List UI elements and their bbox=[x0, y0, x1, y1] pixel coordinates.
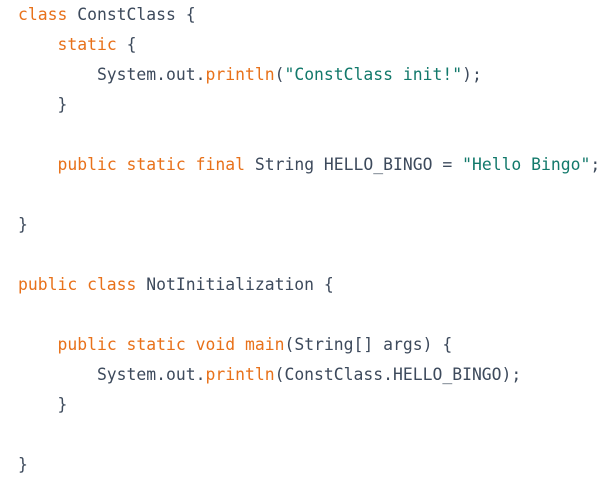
code-token-plain: (ConstClass.HELLO_BINGO); bbox=[274, 365, 522, 384]
code-token-str: "Hello Bingo" bbox=[462, 155, 591, 174]
code-token-kw: class bbox=[18, 5, 68, 24]
code-line: System.out.println("ConstClass init!"); bbox=[18, 60, 600, 90]
code-token-str: "ConstClass init!" bbox=[284, 65, 463, 84]
code-token-plain: String HELLO_BINGO = bbox=[244, 155, 463, 174]
code-line: } bbox=[18, 210, 600, 240]
code-line: } bbox=[18, 90, 600, 120]
code-token-fn: main bbox=[244, 335, 285, 354]
code-token-plain: } bbox=[18, 395, 68, 414]
code-token-plain: (String[] args) { bbox=[284, 335, 453, 354]
code-line: public class NotInitialization { bbox=[18, 270, 600, 300]
code-token-plain: ); bbox=[462, 65, 482, 84]
code-token-plain: ConstClass { bbox=[67, 5, 196, 24]
code-line: public static final String HELLO_BINGO =… bbox=[18, 150, 600, 180]
code-token-fn: println bbox=[205, 365, 275, 384]
code-token-plain: System.out. bbox=[18, 365, 206, 384]
code-token-plain: } bbox=[18, 95, 68, 114]
code-token-plain: { bbox=[116, 35, 137, 54]
code-token-plain: } bbox=[18, 215, 28, 234]
code-token-kw: public static final bbox=[57, 155, 245, 174]
code-block: class ConstClass { static { System.out.p… bbox=[18, 0, 600, 480]
code-token-fn: println bbox=[205, 65, 275, 84]
code-token-plain: ( bbox=[274, 65, 285, 84]
code-line: public static void main(String[] args) { bbox=[18, 330, 600, 360]
code-token-plain: NotInitialization { bbox=[136, 275, 334, 294]
code-line: System.out.println(ConstClass.HELLO_BING… bbox=[18, 360, 600, 390]
code-line: } bbox=[18, 390, 600, 420]
code-token-kw: public static void bbox=[57, 335, 236, 354]
code-token-plain: } bbox=[18, 455, 28, 474]
code-token-plain: ; bbox=[590, 155, 601, 174]
code-token-kw: public class bbox=[18, 275, 137, 294]
code-line: static { bbox=[18, 30, 600, 60]
code-line: } bbox=[18, 450, 600, 480]
code-line: class ConstClass { bbox=[18, 0, 600, 30]
code-token-kw: static bbox=[57, 35, 117, 54]
code-token-plain: System.out. bbox=[18, 65, 206, 84]
